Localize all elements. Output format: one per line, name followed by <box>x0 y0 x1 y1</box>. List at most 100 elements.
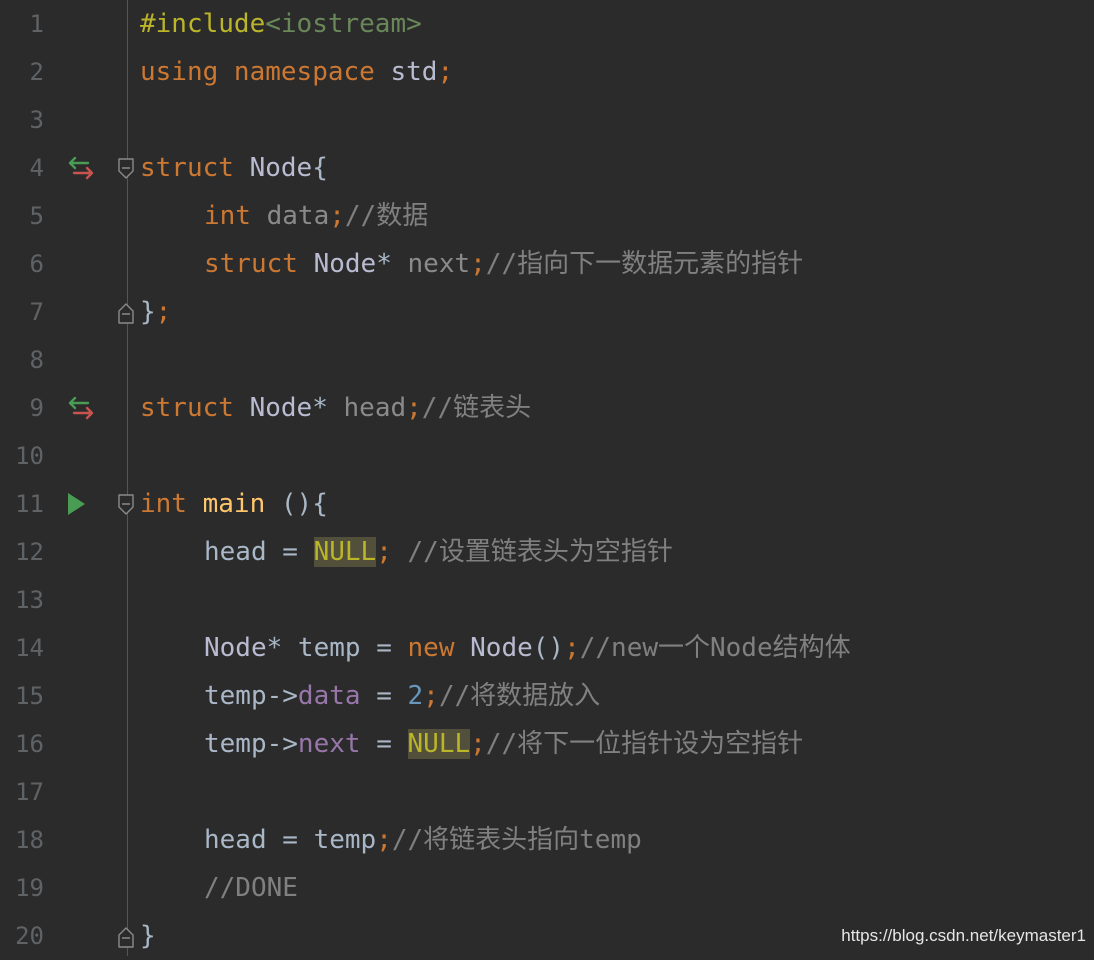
run-icon[interactable] <box>66 490 96 518</box>
fold-open-icon[interactable] <box>117 157 135 181</box>
code-comment: //设置链表头为空指针 <box>407 537 673 567</box>
line-number: 1 <box>29 10 44 38</box>
line-number: 8 <box>29 346 44 374</box>
override-arrows-icon[interactable] <box>66 394 96 422</box>
code-text: struct Node{ <box>140 152 328 184</box>
code-line[interactable]: 12 head = NULL; //设置链表头为空指针 <box>0 528 1094 576</box>
line-number: 19 <box>15 874 44 902</box>
code-line[interactable]: 17 <box>0 768 1094 816</box>
code-token: next <box>407 249 471 279</box>
code-text: #include<iostream> <box>140 8 422 40</box>
code-token: struct <box>140 393 250 423</box>
code-line[interactable]: 1 #include<iostream> <box>0 0 1094 48</box>
code-token: using <box>140 57 234 87</box>
code-token: ; <box>470 249 486 279</box>
code-token: { <box>312 153 328 183</box>
code-text: struct Node* next;//指向下一数据元素的指针 <box>140 248 803 280</box>
line-number: 14 <box>15 634 44 662</box>
code-text: Node* temp = new Node();//new一个Node结构体 <box>140 632 851 664</box>
code-token: * temp = <box>266 633 408 663</box>
code-comment: //将链表头指向temp <box>391 825 642 855</box>
code-text: } <box>140 920 156 952</box>
code-token: Node <box>313 249 377 279</box>
override-arrows-icon[interactable] <box>66 154 96 182</box>
code-token: NULL <box>313 537 377 567</box>
code-comment: //将数据放入 <box>438 681 601 711</box>
line-number: 12 <box>15 538 44 566</box>
code-comment: //链表头 <box>421 393 532 423</box>
code-token: Node <box>204 633 267 663</box>
code-token: data <box>266 201 330 231</box>
code-editor[interactable]: 1 #include<iostream> 2 using namespace std;… <box>0 0 1094 956</box>
code-token: std <box>390 57 438 87</box>
line-number: 10 <box>15 442 44 470</box>
code-token: ; <box>423 681 439 711</box>
line-number: 4 <box>29 154 44 182</box>
code-token: ; <box>329 201 345 231</box>
code-token: int <box>140 489 203 519</box>
code-line[interactable]: 7}; <box>0 288 1094 336</box>
code-text: int data;//数据 <box>140 200 428 232</box>
fold-open-icon[interactable] <box>117 493 135 517</box>
line-number: 18 <box>15 826 44 854</box>
code-token: * <box>312 393 344 423</box>
code-comment: //new一个Node结构体 <box>579 633 851 663</box>
code-token: ; <box>470 729 486 759</box>
line-number: 15 <box>15 682 44 710</box>
code-token: Node <box>249 153 313 183</box>
code-line[interactable]: 6 struct Node* next;//指向下一数据元素的指针 <box>0 240 1094 288</box>
code-comment: //DONE <box>204 873 298 903</box>
code-token: int <box>204 201 267 231</box>
code-token: ; <box>437 57 454 87</box>
line-number: 3 <box>29 106 44 134</box>
code-token: <iostream> <box>265 9 422 39</box>
code-token: head = <box>204 537 314 567</box>
code-token: ; <box>376 537 408 567</box>
code-comment: //指向下一数据元素的指针 <box>485 249 804 279</box>
code-comment: //将下一位指针设为空指针 <box>485 729 804 759</box>
code-token: ; <box>564 633 580 663</box>
code-token: * <box>376 249 408 279</box>
line-number: 11 <box>15 490 44 518</box>
code-line[interactable]: 10 <box>0 432 1094 480</box>
code-line[interactable]: 4 struct Node{ <box>0 144 1094 192</box>
code-line[interactable]: 19 //DONE <box>0 864 1094 912</box>
code-token: NULL <box>407 729 471 759</box>
code-text: }; <box>140 296 171 328</box>
code-text: temp->data = 2;//将数据放入 <box>140 680 600 712</box>
code-line[interactable]: 14 Node* temp = new Node();//new一个Node结构体 <box>0 624 1094 672</box>
code-token: Node <box>470 633 533 663</box>
code-token: ; <box>376 825 392 855</box>
code-text: temp->next = NULL;//将下一位指针设为空指针 <box>140 728 803 760</box>
code-line[interactable]: 16 temp->next = NULL;//将下一位指针设为空指针 <box>0 720 1094 768</box>
code-comment: //数据 <box>344 201 429 231</box>
code-token: } <box>140 921 156 951</box>
code-line[interactable]: 13 <box>0 576 1094 624</box>
code-token: new <box>407 633 471 663</box>
code-line[interactable]: 2 using namespace std; <box>0 48 1094 96</box>
code-line[interactable]: 15 temp->data = 2;//将数据放入 <box>0 672 1094 720</box>
code-token: () <box>532 633 565 663</box>
code-line[interactable]: 18 head = temp;//将链表头指向temp <box>0 816 1094 864</box>
code-token: temp-> <box>204 681 298 711</box>
code-token: namespace <box>233 57 391 87</box>
line-number: 16 <box>15 730 44 758</box>
code-line[interactable]: 9 struct Node* head;//链表头 <box>0 384 1094 432</box>
line-number: 9 <box>29 394 44 422</box>
code-line[interactable]: 8 <box>0 336 1094 384</box>
code-text: struct Node* head;//链表头 <box>140 392 531 424</box>
code-text: head = NULL; //设置链表头为空指针 <box>140 536 673 568</box>
code-line[interactable]: 11 int main (){ <box>0 480 1094 528</box>
code-token: struct <box>204 249 314 279</box>
fold-close-icon[interactable] <box>117 925 135 949</box>
line-number: 2 <box>29 58 44 86</box>
code-token: head <box>343 393 407 423</box>
code-token: head = temp <box>204 825 377 855</box>
code-token: } <box>140 297 156 327</box>
code-line[interactable]: 3 <box>0 96 1094 144</box>
line-number: 6 <box>29 250 44 278</box>
code-line[interactable]: 5 int data;//数据 <box>0 192 1094 240</box>
fold-close-icon[interactable] <box>117 301 135 325</box>
code-token: data <box>297 681 361 711</box>
line-number: 7 <box>29 298 44 326</box>
